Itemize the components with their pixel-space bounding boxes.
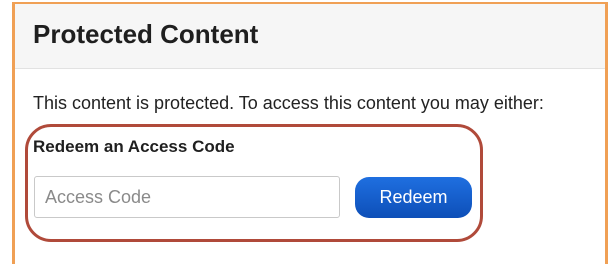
intro-text: This content is protected. To access thi… bbox=[33, 93, 544, 113]
panel-header: Protected Content bbox=[15, 4, 605, 69]
redeem-heading: Redeem an Access Code bbox=[33, 137, 235, 156]
panel-title: Protected Content bbox=[33, 19, 259, 49]
access-code-input[interactable] bbox=[34, 176, 340, 218]
protected-content-panel: Protected Content This content is protec… bbox=[12, 2, 608, 264]
redeem-button[interactable]: Redeem bbox=[355, 177, 472, 218]
